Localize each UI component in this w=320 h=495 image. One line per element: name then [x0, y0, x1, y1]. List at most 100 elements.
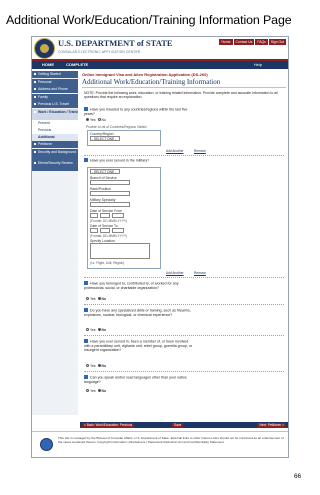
from-month-select[interactable]	[100, 213, 110, 218]
answer-languages: Yes No	[84, 389, 106, 393]
question-travel-text: Have you traveled to any countries/regio…	[84, 107, 188, 116]
specify-textarea[interactable]	[90, 243, 150, 259]
military-country-select[interactable]: - SELECT ONE -	[90, 169, 120, 174]
radio-travel-no[interactable]	[97, 118, 101, 122]
sidebar-item-personal[interactable]: Personal	[32, 78, 78, 86]
consular-seal-icon	[40, 438, 53, 451]
rank-input[interactable]	[90, 191, 130, 196]
sidebar-item-petitioner[interactable]: Petitioner	[32, 141, 78, 148]
radio-travel-no-label: No	[101, 118, 106, 122]
radio-paramilitary-yes[interactable]	[86, 364, 89, 368]
countries-hint: Provide a List of Countries/Regions Visi…	[86, 125, 147, 129]
nav-help[interactable]: Help	[254, 62, 262, 67]
footer-text: This site is managed by the Bureau of Co…	[58, 436, 284, 444]
back-button[interactable]: < Back: Work/Education: Previous	[82, 422, 135, 428]
slide-page: Additional Work/Education/Training Infor…	[0, 0, 320, 495]
to-year-input[interactable]	[112, 228, 124, 233]
branch-input[interactable]	[90, 180, 130, 185]
nav-home[interactable]: HOME	[42, 62, 54, 67]
help-icon[interactable]	[84, 281, 88, 285]
specify-hint: (i.e. Flight, Unit, Region)	[90, 261, 125, 265]
divider-3	[84, 304, 284, 305]
radio-organization-no-label: No	[101, 297, 107, 301]
sidebar-item-security[interactable]: Security and Background	[32, 148, 78, 160]
radio-skills-yes-label: Yes	[90, 328, 96, 332]
sidebar-sub-previous[interactable]: Previous	[32, 127, 78, 134]
form-label: Online Immigrant Visa and Alien Registra…	[82, 72, 208, 77]
nav-bar: HOME COMPLETE Help	[32, 61, 288, 69]
page-title: Additional Work/Education/Training Infor…	[82, 78, 221, 86]
radio-paramilitary-no[interactable]	[97, 364, 101, 368]
department-name: U.S. DEPARTMENT of STATE	[58, 38, 173, 48]
help-icon[interactable]	[84, 308, 88, 312]
radio-languages-yes[interactable]	[86, 389, 89, 393]
sidebar-item-family[interactable]: Family	[32, 93, 78, 101]
answer-paramilitary: Yes No	[84, 364, 106, 368]
state-seal-icon	[34, 38, 55, 59]
next-button[interactable]: Next: Petitioner >	[257, 422, 286, 428]
sidebar-sub-present[interactable]: Present	[32, 120, 78, 127]
question-languages: Can you speak and/or read languages othe…	[84, 375, 194, 384]
to-month-select[interactable]	[100, 228, 110, 233]
question-military: Have you ever served in the military?	[84, 158, 194, 163]
question-skills-text: Do you have any specialized skills or tr…	[84, 308, 191, 317]
radio-organization-yes[interactable]	[86, 297, 89, 301]
question-travel: Have you traveled to any countries/regio…	[84, 107, 194, 116]
help-icon[interactable]	[84, 339, 88, 343]
radio-paramilitary-no-label: No	[101, 364, 107, 368]
answer-travel: Yes No	[84, 118, 106, 122]
form-button-bar: < Back: Work/Education: Previous Save Ne…	[80, 422, 288, 428]
seal-center	[40, 44, 49, 53]
divider-2	[84, 277, 284, 278]
question-military-text: Have you ever served in the military?	[90, 158, 150, 163]
site-header: U.S. DEPARTMENT of STATE CONSULAR ELECTR…	[32, 37, 288, 61]
department-subtitle: CONSULAR ELECTRONIC APPLICATION CENTER	[58, 50, 141, 54]
sidebar-item-getting-started[interactable]: Getting Started	[32, 71, 78, 78]
top-link-sign-out[interactable]: Sign Out	[268, 39, 286, 45]
page-number: 66	[294, 473, 302, 480]
country-select[interactable]: - SELECT ONE -	[90, 136, 120, 141]
nav-complete[interactable]: COMPLETE	[66, 62, 88, 67]
sidebar-item-previous-travel[interactable]: Previous U.S. Travel	[32, 101, 78, 108]
help-icon[interactable]	[84, 375, 88, 379]
slide-title: Additional Work/Education/Training Infor…	[6, 13, 292, 27]
title-divider	[82, 87, 286, 88]
specialty-input[interactable]	[90, 202, 130, 207]
answer-skills: Yes No	[84, 328, 106, 332]
radio-organization-no[interactable]	[97, 297, 101, 301]
sidebar-item-work-education[interactable]: Work / Education / Training	[32, 108, 78, 120]
radio-travel-yes[interactable]	[86, 118, 89, 122]
sidebar-sub-additional[interactable]: Additional	[32, 134, 78, 141]
sidebar: Getting Started Personal Address and Pho…	[32, 71, 78, 415]
question-paramilitary: Have you ever served in, been a member o…	[84, 339, 194, 353]
to-day-input[interactable]	[90, 228, 98, 233]
divider-1	[84, 155, 284, 156]
top-link-faqs[interactable]: FAQs	[255, 39, 268, 45]
remove-country-link[interactable]: Remove	[194, 149, 206, 153]
radio-languages-yes-label: Yes	[90, 389, 96, 393]
top-links: Home Contact Us FAQs Sign Out	[219, 39, 286, 45]
instruction-note: NOTE: Provide the following work, educat…	[84, 91, 278, 100]
from-year-input[interactable]	[112, 213, 124, 218]
sidebar-item-ethnic-security[interactable]: Ethnic/Security Review	[32, 160, 78, 171]
top-link-home[interactable]: Home	[219, 39, 233, 45]
sidebar-item-address[interactable]: Address and Phone	[32, 86, 78, 93]
top-link-contact[interactable]: Contact Us	[233, 39, 255, 45]
remove-military-link[interactable]: Remove	[194, 271, 206, 275]
radio-paramilitary-yes-label: Yes	[90, 364, 96, 368]
from-day-input[interactable]	[90, 213, 98, 218]
radio-skills-yes[interactable]	[86, 328, 89, 332]
radio-skills-no[interactable]	[97, 328, 101, 332]
add-country-link[interactable]: Add Another	[166, 149, 184, 153]
help-icon[interactable]	[84, 107, 88, 111]
from-date-hint: (Format: DD-MMM-YYYY)	[90, 219, 128, 223]
radio-travel-yes-label: Yes	[90, 118, 96, 122]
to-date-hint: (Format: DD-MMM-YYYY)	[90, 234, 128, 238]
radio-skills-no-label: No	[101, 328, 107, 332]
save-button[interactable]: Save	[172, 422, 184, 428]
radio-languages-no[interactable]	[97, 389, 101, 393]
help-icon[interactable]	[84, 158, 88, 162]
add-military-link[interactable]: Add Another	[166, 271, 184, 275]
question-organization-text: Have you belonged to, contributed to, or…	[84, 281, 179, 290]
radio-organization-yes-label: Yes	[90, 297, 96, 301]
